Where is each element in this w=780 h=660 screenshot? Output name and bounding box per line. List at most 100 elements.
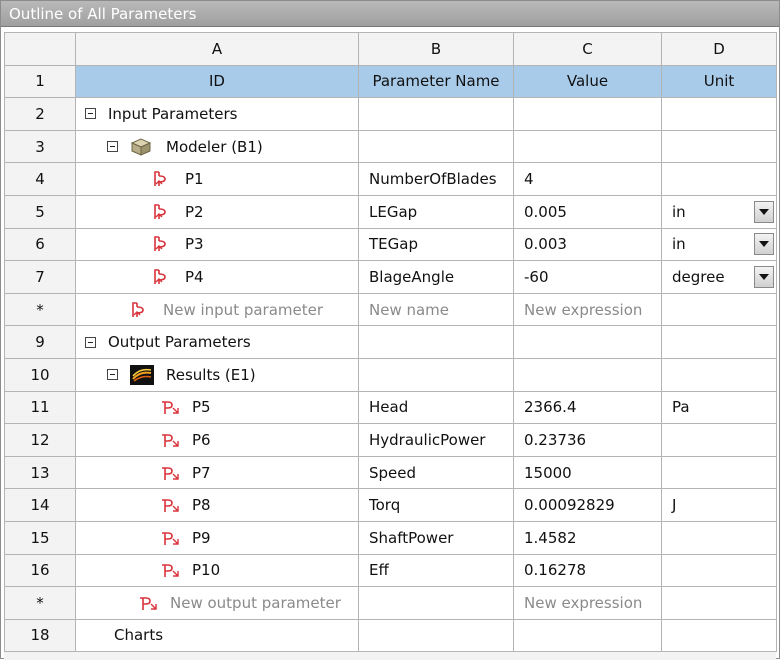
parameter-name-cell[interactable]: LEGap — [358, 194, 514, 229]
parameter-name-cell[interactable]: Speed — [358, 455, 514, 490]
table-row[interactable]: 14 P8 Torq 0.00092829 J — [4, 488, 777, 522]
unit-cell[interactable]: Pa — [661, 390, 777, 425]
output-parameter-icon — [140, 597, 157, 610]
unit-dropdown-button[interactable] — [754, 265, 774, 288]
parameter-name-cell[interactable]: HydraulicPower — [358, 423, 514, 457]
unit-cell[interactable] — [661, 423, 777, 457]
unit-cell[interactable]: degree — [661, 260, 777, 294]
parameter-name-cell[interactable]: Torq — [358, 488, 514, 522]
parameter-name-cell[interactable]: TEGap — [358, 227, 514, 262]
unit-cell[interactable]: in — [661, 227, 777, 262]
table-row[interactable]: 6 P3 TEGap 0.003 in — [4, 227, 777, 262]
row-number: 2 — [4, 97, 76, 131]
table-row[interactable]: 9 Output Parameters — [4, 325, 777, 359]
modeler-cube-icon — [130, 138, 152, 156]
value-cell: 2366.4 — [513, 390, 662, 425]
column-header-a[interactable]: A — [75, 32, 359, 66]
unit-cell[interactable]: J — [661, 488, 777, 522]
table-row[interactable]: 16 P10 Eff 0.16278 — [4, 553, 777, 588]
row-number: 12 — [4, 423, 76, 457]
value-cell: 0.00092829 — [513, 488, 662, 522]
row-number: 15 — [4, 520, 76, 555]
charts-label: Charts — [114, 626, 164, 645]
value-cell[interactable]: 4 — [513, 162, 662, 196]
value-cell[interactable]: 0.003 — [513, 227, 662, 262]
table-row[interactable]: 5 P2 LEGap 0.005 in — [4, 194, 777, 229]
unit-cell[interactable] — [661, 162, 777, 196]
input-parameter-icon — [154, 203, 166, 219]
value-cell[interactable]: 0.005 — [513, 194, 662, 229]
table-row[interactable]: 10 Results (E1) — [4, 357, 777, 392]
parameter-id: P4 — [185, 267, 204, 286]
table-row[interactable]: 11 P5 Head 2366.4 Pa — [4, 390, 777, 425]
unit-cell[interactable]: in — [661, 194, 777, 229]
unit-value: in — [672, 235, 686, 254]
parameter-id: P5 — [192, 398, 211, 417]
unit-dropdown-button[interactable] — [754, 233, 774, 256]
output-parameter-icon — [162, 531, 179, 545]
unit-header: Unit — [661, 64, 777, 99]
row-number: 5 — [4, 194, 76, 229]
parameter-id: P2 — [185, 202, 204, 221]
row-number: 3 — [4, 129, 76, 164]
window-title: Outline of All Parameters — [1, 1, 779, 27]
parameter-name-cell[interactable]: BlageAngle — [358, 260, 514, 294]
new-output-parameter[interactable]: New output parameter — [170, 594, 341, 612]
row-number: 1 — [4, 64, 76, 99]
row-number: * — [4, 586, 76, 620]
output-parameter-icon — [162, 434, 179, 447]
unit-cell[interactable] — [661, 520, 777, 555]
unit-dropdown-button[interactable] — [754, 200, 774, 223]
charts-item[interactable]: Charts — [75, 618, 359, 653]
output-parameter-icon — [162, 466, 179, 480]
parameter-name-cell[interactable]: NumberOfBlades — [358, 162, 514, 196]
output-parameter-icon — [162, 564, 179, 578]
value-cell: 0.23736 — [513, 423, 662, 457]
input-parameter-icon — [154, 269, 166, 284]
table-row[interactable]: * New output parameter New expression — [4, 586, 777, 620]
parameters-window: Outline of All Parameters A B C D 1 ID P… — [0, 0, 780, 660]
collapse-icon[interactable] — [85, 336, 96, 348]
table-row[interactable]: * New input parameter New name New expre… — [4, 292, 777, 327]
results-icon — [130, 364, 154, 385]
row-number: 6 — [4, 227, 76, 262]
new-input-parameter[interactable]: New input parameter — [163, 301, 323, 319]
row-number: * — [4, 292, 76, 327]
column-header-d[interactable]: D — [661, 32, 777, 66]
modeler-group[interactable]: Modeler (B1) — [75, 129, 359, 164]
new-expression-cell[interactable]: New expression — [513, 586, 662, 620]
parameter-id: P8 — [192, 496, 211, 515]
new-expression-cell[interactable]: New expression — [513, 292, 662, 327]
collapse-icon[interactable] — [107, 141, 118, 153]
table-row[interactable]: 12 P6 HydraulicPower 0.23736 — [4, 423, 777, 457]
table-row[interactable]: 4 P1 NumberOfBlades 4 — [4, 162, 777, 196]
parameter-name-cell[interactable]: ShaftPower — [358, 520, 514, 555]
row-number: 18 — [4, 618, 76, 653]
parameter-id: P10 — [192, 561, 221, 580]
results-group[interactable]: Results (E1) — [75, 357, 359, 392]
unit-cell[interactable] — [661, 455, 777, 490]
unit-cell[interactable] — [661, 553, 777, 588]
collapse-icon[interactable] — [85, 108, 96, 120]
parameter-name-cell[interactable]: Head — [358, 390, 514, 425]
output-parameters-group[interactable]: Output Parameters — [75, 325, 359, 359]
table-row[interactable]: 15 P9 ShaftPower 1.4582 — [4, 520, 777, 555]
table-row[interactable]: 2 Input Parameters — [4, 97, 777, 131]
output-parameter-icon — [162, 401, 179, 415]
collapse-icon[interactable] — [107, 369, 118, 381]
column-header-b[interactable]: B — [358, 32, 514, 66]
parameter-name-cell[interactable]: Eff — [358, 553, 514, 588]
column-header-c[interactable]: C — [513, 32, 662, 66]
table-row[interactable]: 13 P7 Speed 15000 — [4, 455, 777, 490]
new-name-cell[interactable]: New name — [358, 292, 514, 327]
table-row[interactable]: 7 P4 BlageAngle -60 degree — [4, 260, 777, 294]
value-cell[interactable]: -60 — [513, 260, 662, 294]
row-number: 4 — [4, 162, 76, 196]
table-row[interactable]: 3 Modeler (B1) — [4, 129, 777, 164]
table-row[interactable]: 18 Charts — [4, 618, 777, 653]
value-cell: 1.4582 — [513, 520, 662, 555]
value-cell: 0.16278 — [513, 553, 662, 588]
parameters-table: A B C D 1 ID Parameter Name Value Unit 2… — [4, 32, 777, 653]
row-number: 13 — [4, 455, 76, 490]
input-parameters-group[interactable]: Input Parameters — [75, 97, 359, 131]
